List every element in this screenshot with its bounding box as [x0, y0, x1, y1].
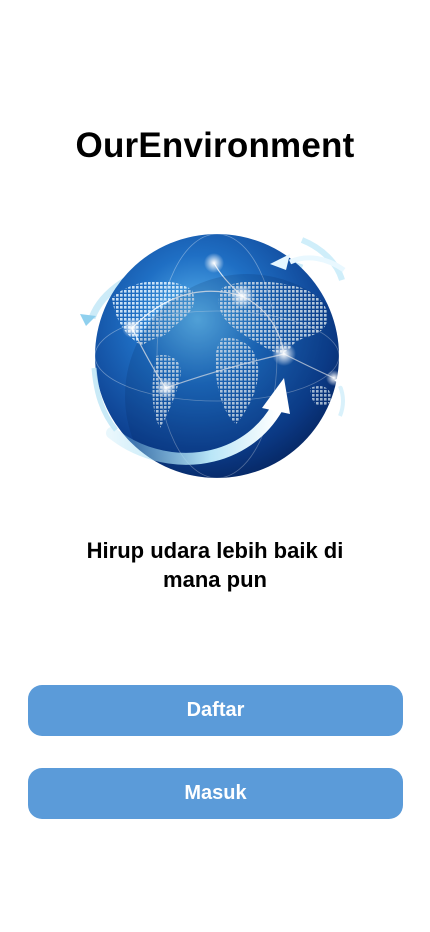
globe-network-icon	[80, 234, 346, 478]
app-title: OurEnvironment	[75, 126, 355, 165]
login-button[interactable]: Masuk	[28, 768, 403, 819]
tagline-text: Hirup udara lebih baik di mana pun	[86, 538, 344, 592]
register-button[interactable]: Daftar	[28, 685, 403, 736]
globe-illustration	[72, 218, 362, 488]
welcome-screen: OurEnvironment Hirup udara lebih baik di…	[0, 0, 430, 932]
